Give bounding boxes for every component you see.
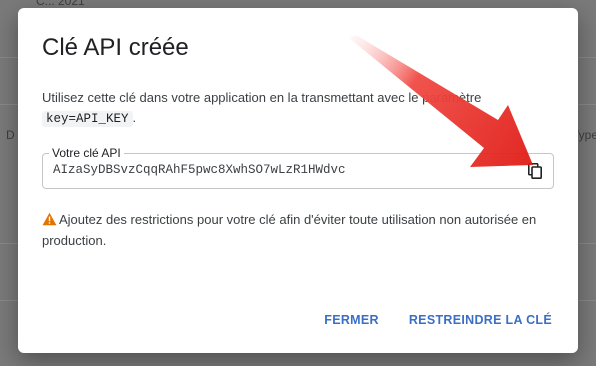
dialog-title: Clé API créée	[42, 34, 189, 61]
dialog-description: Utilisez cette clé dans votre applicatio…	[42, 88, 552, 129]
parameter-code: key=API_KEY	[42, 111, 133, 127]
api-key-created-dialog: Clé API créée Utilisez cette clé dans vo…	[18, 8, 578, 353]
restrict-key-button[interactable]: RESTREINDRE LA CLÉ	[409, 313, 552, 327]
dialog-actions: FERMER RESTREINDRE LA CLÉ	[324, 313, 552, 327]
api-key-field-label: Votre clé API	[49, 146, 124, 160]
close-button[interactable]: FERMER	[324, 313, 379, 327]
background-text: C... 2021	[36, 0, 85, 8]
background-column-header: D	[6, 128, 15, 142]
page: C... 2021 D Type Clé API créée Utilisez …	[0, 0, 596, 366]
restriction-warning: Ajoutez des restrictions pour votre clé …	[42, 209, 552, 251]
copy-button[interactable]	[525, 161, 545, 181]
api-key-value[interactable]: AIzaSyDBSvzCqqRAhF5pwc8XwhSO7wLzR1HWdvc	[53, 163, 346, 177]
warning-text: Ajoutez des restrictions pour votre clé …	[42, 212, 537, 248]
description-suffix: .	[132, 110, 137, 125]
description-text: Utilisez cette clé dans votre applicatio…	[42, 90, 482, 105]
api-key-field[interactable]: Votre clé API AIzaSyDBSvzCqqRAhF5pwc8Xwh…	[42, 146, 554, 189]
copy-icon[interactable]	[528, 163, 542, 179]
warning-icon	[42, 212, 57, 226]
